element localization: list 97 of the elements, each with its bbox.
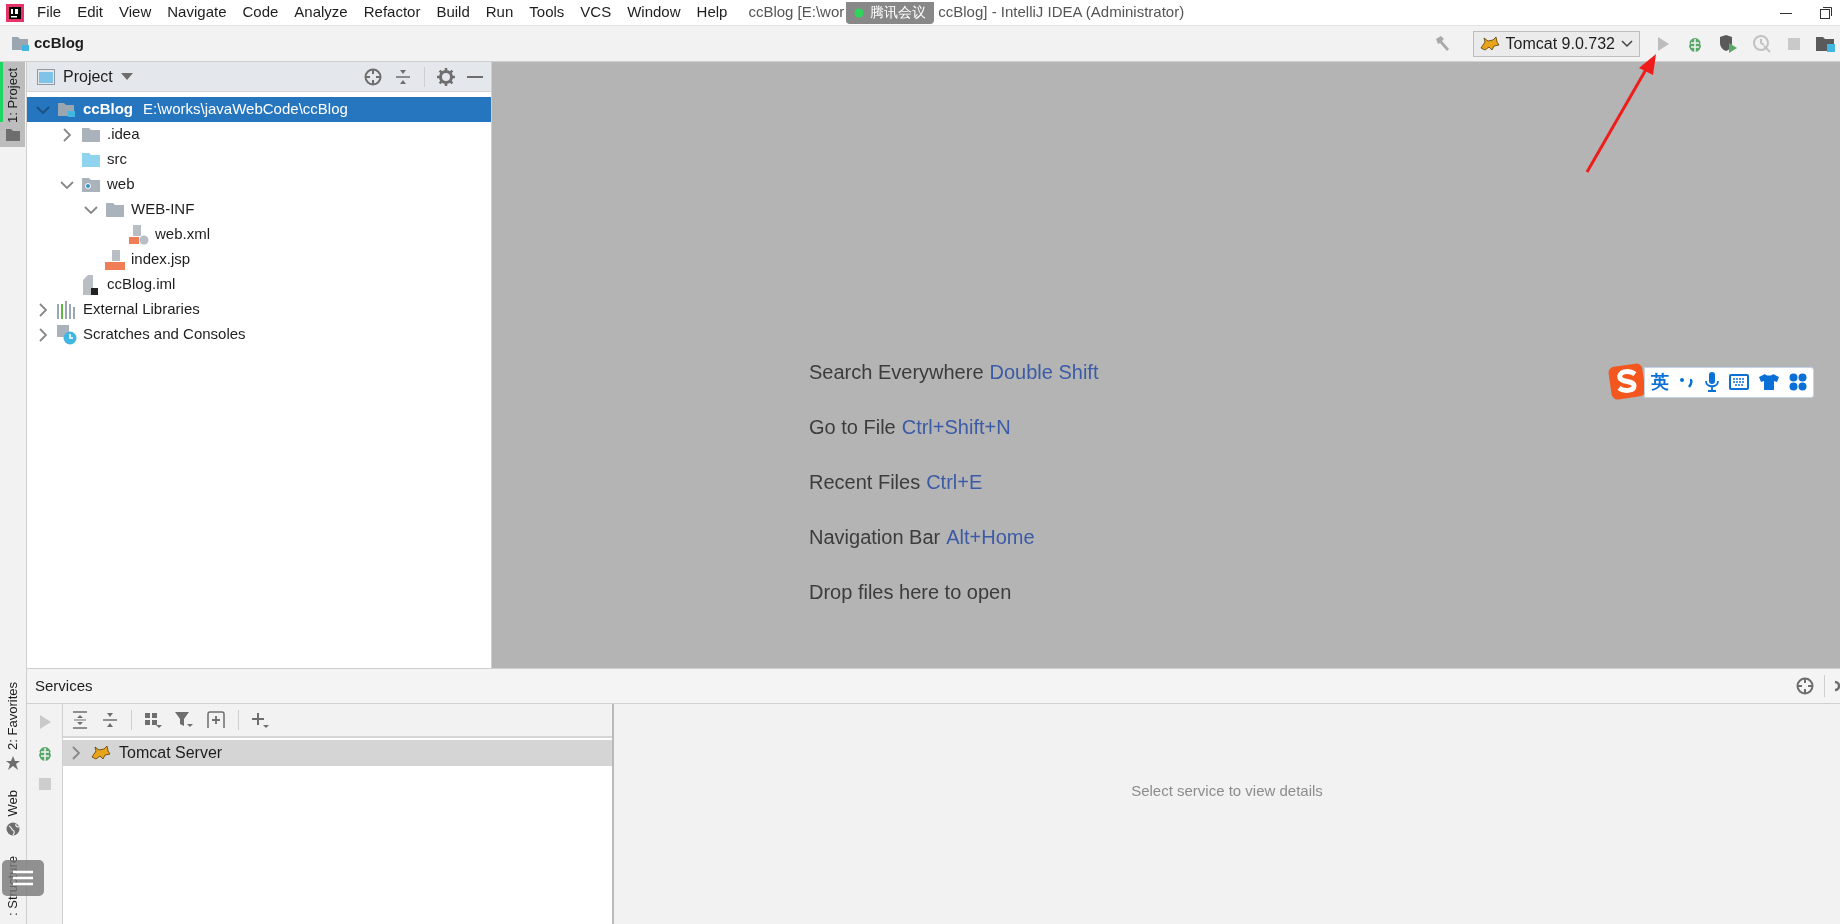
chevron-right-icon[interactable] [62,127,72,142]
breadcrumb-item[interactable]: ccBlog [34,32,84,55]
expand-all-icon[interactable] [71,711,89,729]
grid-icon[interactable] [1789,373,1807,391]
restore-icon[interactable] [1820,6,1832,19]
shortcut-text: Ctrl+E [926,470,983,495]
chevron-down-icon [1621,39,1633,48]
run-configuration-dropdown[interactable]: Tomcat 9.0.732 [1472,30,1640,57]
tree-item-label: Scratches and Consoles [83,324,246,345]
tree-item-label: External Libraries [83,299,200,320]
add-icon[interactable] [251,711,269,729]
window-title: ccBlog [E:\wor [748,2,845,23]
folder-icon [106,202,124,217]
shortcut-text: Double Shift [989,360,1099,385]
meeting-overlay[interactable]: 腾讯会议 [846,1,935,24]
coverage-icon[interactable] [1718,33,1738,54]
menu-item[interactable]: Window [620,1,688,24]
tree-row[interactable]: Tomcat Server [63,740,612,766]
chevron-right-icon[interactable] [38,302,48,317]
project-view-dropdown[interactable]: Project [63,64,133,89]
menu-item[interactable]: Edit [70,1,111,24]
menu-item[interactable]: Build [429,1,477,24]
hint-text: Go to File [809,415,896,440]
tree-item-label: WEB-INF [131,199,195,220]
tree-row[interactable]: ccBlog.iml [27,272,491,297]
microphone-icon[interactable] [1705,372,1719,392]
chevron-down-icon[interactable] [60,179,74,190]
tree-row[interactable]: Scratches and Consoles [27,322,491,347]
tree-row[interactable]: .idea [27,122,491,147]
tool-window-tab[interactable]: Web [0,783,26,843]
menu-item[interactable]: File [30,1,69,24]
tool-window-tab[interactable]: 1: Project [0,62,25,147]
scratch-icon [57,324,77,345]
collapse-all-icon[interactable] [394,67,412,86]
chevron-right-icon[interactable] [71,746,81,760]
input-mode-toggle[interactable]: 英 [1651,368,1669,396]
menu-item[interactable]: View [112,1,159,24]
keyboard-icon[interactable] [1729,374,1749,390]
tree-item-path: E:\works\javaWebCode\ccBlog [143,99,348,120]
menu-item[interactable]: Analyze [287,1,355,24]
jsp-file-icon [105,249,125,270]
star-icon [6,755,20,770]
locate-icon[interactable] [364,67,382,86]
tree-row[interactable]: index.jsp [27,247,491,272]
filter-icon[interactable] [174,711,194,729]
tree-row[interactable]: web.xml [27,222,491,247]
menu-item[interactable]: Refactor [356,1,428,24]
tree-item-label: .idea [107,124,140,145]
module-file-icon [83,274,99,295]
hint-text: Recent Files [809,470,921,495]
globe-icon [6,822,20,837]
tree-row[interactable]: External Libraries [27,297,491,322]
folder-icon [5,128,20,141]
xml-file-icon [129,224,149,245]
module-folder-icon [58,101,76,118]
group-by-icon[interactable] [144,711,162,729]
menu-item[interactable]: Navigate [160,1,234,24]
collapse-all-icon[interactable] [101,711,119,729]
menu-item[interactable]: Code [235,1,286,24]
tree-row[interactable]: WEB-INF [27,197,491,222]
source-folder-icon [82,152,100,167]
empty-state-text: Select service to view details [1131,780,1323,801]
locate-icon[interactable] [1796,677,1814,695]
project-view-icon [37,68,55,85]
hint-text: Navigation Bar [809,525,941,550]
tree-item-label: web.xml [155,224,210,245]
folder-icon [82,127,100,142]
hint-text: Search Everywhere [809,360,984,385]
tree-item-label: Tomcat Server [119,743,223,763]
tree-row[interactable]: ccBlog E:\works\javaWebCode\ccBlog [27,97,491,122]
add-service-icon[interactable] [206,711,226,729]
app-logo-icon [6,3,24,22]
menu-item[interactable]: Tools [522,1,572,24]
menu-item[interactable]: VCS [573,1,619,24]
menu-item[interactable]: Run [478,1,521,24]
tree-item-label: ccBlog.iml [107,274,176,295]
tree-item-label: src [107,149,127,170]
caret-icon [120,72,133,81]
shortcut-text: Ctrl+Shift+N [901,415,1011,440]
tree-row[interactable]: web [27,172,491,197]
project-structure-icon[interactable] [1816,34,1836,53]
module-folder-icon [12,35,30,52]
web-folder-icon [82,177,100,192]
window-title: ccBlog] - IntelliJ IDEA (Administrator) [938,2,1185,23]
tool-window-tab[interactable]: 2: Favorites [0,675,26,776]
chevron-down-icon[interactable] [84,204,98,215]
shirt-icon[interactable] [1759,373,1779,391]
menu-item[interactable]: Help [689,1,735,24]
hint-text: Drop files here to open [809,580,1012,605]
tree-item-label: index.jsp [131,249,191,270]
library-icon [57,300,77,319]
chevron-right-icon[interactable] [38,327,48,342]
tree-row[interactable]: src [27,147,491,172]
tree-item-label: web [107,174,135,195]
tree-item-label: ccBlog [83,99,133,120]
panel-title: Services [35,675,93,696]
shortcut-text: Alt+Home [946,525,1035,550]
